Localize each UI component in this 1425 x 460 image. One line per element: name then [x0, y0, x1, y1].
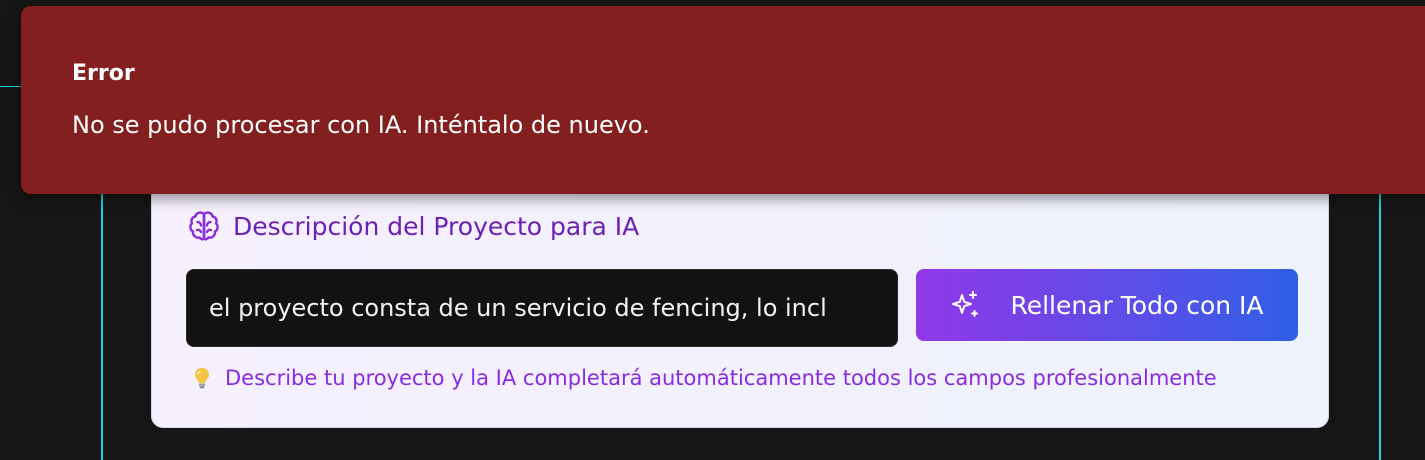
toast-title: Error	[72, 61, 135, 86]
brain-icon	[189, 211, 219, 241]
card-title: Descripción del Proyecto para IA	[187, 209, 639, 243]
hint-text: Describe tu proyecto y la IA completará …	[225, 366, 1217, 390]
guide-line-horizontal	[0, 86, 22, 87]
fill-all-with-ai-label: Rellenar Todo con IA	[1010, 290, 1264, 320]
fill-all-with-ai-button[interactable]: Rellenar Todo con IA	[916, 269, 1298, 341]
sparkles-icon	[952, 291, 979, 317]
hint: Describe tu proyecto y la IA completará …	[189, 365, 1217, 391]
lightbulb-icon	[195, 368, 209, 389]
guide-line-left	[101, 150, 103, 460]
ai-description-card: Descripción del Proyecto para IA Rellena…	[151, 170, 1329, 428]
error-toast[interactable]: Error No se pudo procesar con IA. Intént…	[21, 6, 1425, 194]
card-title-text: Descripción del Proyecto para IA	[233, 211, 640, 241]
toast-message: No se pudo procesar con IA. Inténtalo de…	[72, 111, 650, 139]
page: Descripción del Proyecto para IA Rellena…	[0, 0, 1425, 460]
project-description-input[interactable]	[186, 269, 898, 347]
guide-line-right	[1379, 150, 1381, 460]
